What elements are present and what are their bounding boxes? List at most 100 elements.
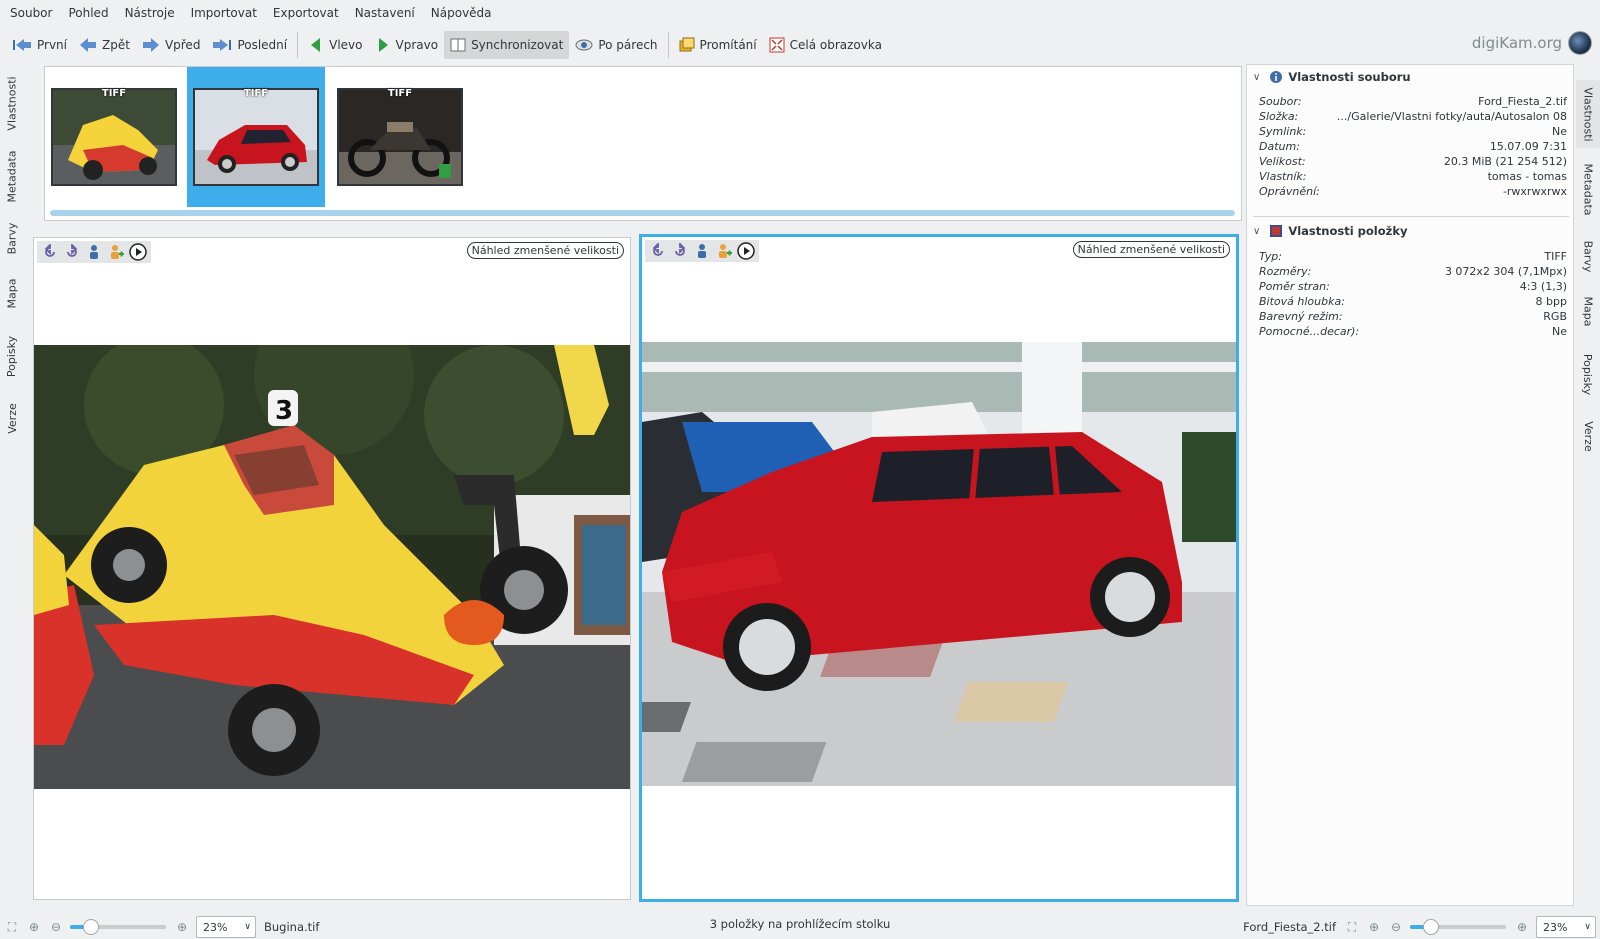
- info-icon: [1270, 71, 1283, 83]
- first-arrow-icon: [13, 39, 31, 51]
- zoom-slider-knob[interactable]: [1423, 919, 1439, 935]
- prop-value: TIFF: [1544, 250, 1567, 263]
- prop-row: Oprávnění: -rwxrwxrwx: [1259, 185, 1567, 200]
- menu-nastaveni[interactable]: Nastavení: [347, 0, 423, 26]
- menu-exportovat[interactable]: Exportovat: [265, 0, 347, 26]
- preview-pane-left[interactable]: Náhled zmenšené velikosti 3: [33, 237, 631, 900]
- right-tab-strip: Vlastnosti Metadata Barvy Mapa Popisky V…: [1576, 64, 1600, 884]
- right-tab-mapa[interactable]: Mapa: [1576, 290, 1600, 332]
- prop-key: Pomocné...decar):: [1259, 325, 1360, 338]
- right-tab-label: Popisky: [1581, 353, 1595, 395]
- digikam-logo-icon: [1568, 31, 1592, 55]
- menu-soubor[interactable]: Soubor: [2, 0, 60, 26]
- menu-napoveda[interactable]: Nápověda: [423, 0, 500, 26]
- item-properties-header[interactable]: ∨ Vlastnosti položky: [1253, 224, 1407, 238]
- thumbnail-scrollbar[interactable]: [50, 210, 1235, 216]
- add-person-icon[interactable]: [107, 243, 125, 261]
- pane-toolbar-right: [645, 240, 759, 262]
- menu-pohled[interactable]: Pohled: [60, 0, 116, 26]
- rotate-right-icon[interactable]: [63, 243, 81, 261]
- play-icon[interactable]: [129, 243, 147, 261]
- prop-row: Složka: .../Galerie/Vlastni fotky/auta/Au…: [1259, 110, 1567, 125]
- thumb-badge: TIFF: [101, 88, 127, 99]
- left-tab-barvy[interactable]: Barvy: [0, 216, 24, 260]
- chevron-down-icon: ∨: [1253, 71, 1261, 83]
- first-button[interactable]: První: [6, 31, 73, 59]
- prop-row: Barevný režim: RGB: [1259, 310, 1567, 325]
- left-tab-label: Mapa: [5, 278, 19, 308]
- prop-key: Poměr stran:: [1259, 280, 1330, 293]
- rotate-left-icon[interactable]: [649, 242, 667, 260]
- fullscreen-icon: [769, 37, 785, 53]
- person-icon[interactable]: [85, 243, 103, 261]
- slideshow-button[interactable]: Promítání: [673, 31, 763, 59]
- prop-value: 20.3 MiB (21 254 512): [1443, 155, 1567, 168]
- right-tab-barvy[interactable]: Barvy: [1576, 236, 1600, 276]
- menu-bar: Soubor Pohled Nástroje Importovat Export…: [0, 0, 1600, 26]
- prop-row: Rozměry: 3 072x2 304 (7,1Mpx): [1259, 265, 1567, 280]
- right-tab-vlastnosti[interactable]: Vlastnosti: [1576, 80, 1600, 148]
- sync-label: Synchronizovat: [471, 38, 564, 52]
- thumbnail-image-motorcycle: [337, 88, 463, 186]
- fullscreen-label: Celá obrazovka: [789, 38, 882, 52]
- sync-button[interactable]: Synchronizovat: [444, 31, 570, 59]
- main-toolbar: První Zpět Vpřed Poslední Vlevo Vpravo S…: [0, 28, 1600, 62]
- right-tab-popisky[interactable]: Popisky: [1576, 346, 1600, 402]
- right-button[interactable]: Vpravo: [369, 31, 445, 59]
- fullscreen-button[interactable]: Celá obrazovka: [763, 31, 888, 59]
- left-button[interactable]: Vlevo: [302, 31, 368, 59]
- add-person-icon[interactable]: [715, 242, 733, 260]
- prop-key: Složka:: [1259, 110, 1299, 123]
- left-tab-popisky[interactable]: Popisky: [0, 328, 24, 384]
- fit-window-icon[interactable]: ⛶: [1344, 919, 1360, 935]
- properties-sidebar: ∨ Vlastnosti souboru Soubor: Ford_Fiesta_…: [1246, 64, 1574, 906]
- back-button[interactable]: Zpět: [73, 31, 136, 59]
- thumbnail-motorcycle[interactable]: TIFF: [331, 67, 469, 207]
- right-file-name: Ford_Fiesta_2.tif: [1243, 920, 1336, 934]
- green-right-arrow-icon: [378, 38, 388, 52]
- right-tab-verze[interactable]: Verze: [1576, 414, 1600, 458]
- forward-button[interactable]: Vpřed: [136, 31, 207, 59]
- prop-row: Velikost: 20.3 MiB (21 254 512): [1259, 155, 1567, 170]
- prop-row: Datum: 15.07.09 7:31: [1259, 140, 1567, 155]
- right-tab-label: Vlastnosti: [1581, 86, 1595, 142]
- zoom-out-icon[interactable]: ⊖: [1388, 919, 1404, 935]
- left-tab-mapa[interactable]: Mapa: [0, 272, 24, 314]
- toolbar-separator: [667, 32, 669, 58]
- last-button[interactable]: Poslední: [206, 31, 293, 59]
- image-properties-icon: [1270, 225, 1283, 237]
- rotate-right-icon[interactable]: [671, 242, 689, 260]
- zoom-combo-right[interactable]: 23% ∨: [1536, 916, 1596, 938]
- pairs-button[interactable]: Po párech: [569, 31, 663, 59]
- zoom-slider-right[interactable]: [1410, 919, 1506, 935]
- menu-nastroje[interactable]: Nástroje: [117, 0, 183, 26]
- left-tab-vlastnosti[interactable]: Vlastnosti: [0, 68, 24, 138]
- digikam-brand[interactable]: digiKam.org: [1472, 31, 1592, 55]
- play-icon[interactable]: [737, 242, 755, 260]
- person-icon[interactable]: [693, 242, 711, 260]
- prop-key: Symlink:: [1259, 125, 1307, 138]
- thumbnail-image-red-car: [193, 88, 319, 186]
- prop-key: Bitová hloubka:: [1259, 295, 1345, 308]
- rotate-left-icon[interactable]: [41, 243, 59, 261]
- prop-value: Ne: [1552, 125, 1567, 138]
- zoom-in-icon[interactable]: ⊕: [1514, 919, 1530, 935]
- prop-row: Bitová hloubka: 8 bpp: [1259, 295, 1567, 310]
- left-tab-label: Vlastnosti: [5, 75, 19, 131]
- reduced-preview-badge: Náhled zmenšené velikosti: [466, 242, 624, 259]
- left-label: Vlevo: [329, 38, 363, 52]
- right-tab-metadata[interactable]: Metadata: [1576, 160, 1600, 218]
- left-tab-metadata[interactable]: Metadata: [0, 148, 24, 204]
- thumbnail-ford-fiesta[interactable]: TIFF: [187, 67, 325, 207]
- left-tab-verze[interactable]: Verze: [0, 396, 24, 440]
- prop-row: Vlastník: tomas - tomas: [1259, 170, 1567, 185]
- right-tab-label: Mapa: [1581, 296, 1595, 326]
- chevron-down-icon: ∨: [1253, 225, 1261, 237]
- file-properties-header[interactable]: ∨ Vlastnosti souboru: [1253, 70, 1411, 84]
- zoom-fit-icon[interactable]: ⊕: [1366, 919, 1382, 935]
- chevron-down-icon: ∨: [1584, 922, 1591, 932]
- menu-importovat[interactable]: Importovat: [183, 0, 265, 26]
- prop-value: Ne: [1552, 325, 1567, 338]
- preview-pane-right[interactable]: Náhled zmenšené velikosti: [639, 234, 1239, 902]
- thumbnail-bugina[interactable]: TIFF: [45, 67, 183, 207]
